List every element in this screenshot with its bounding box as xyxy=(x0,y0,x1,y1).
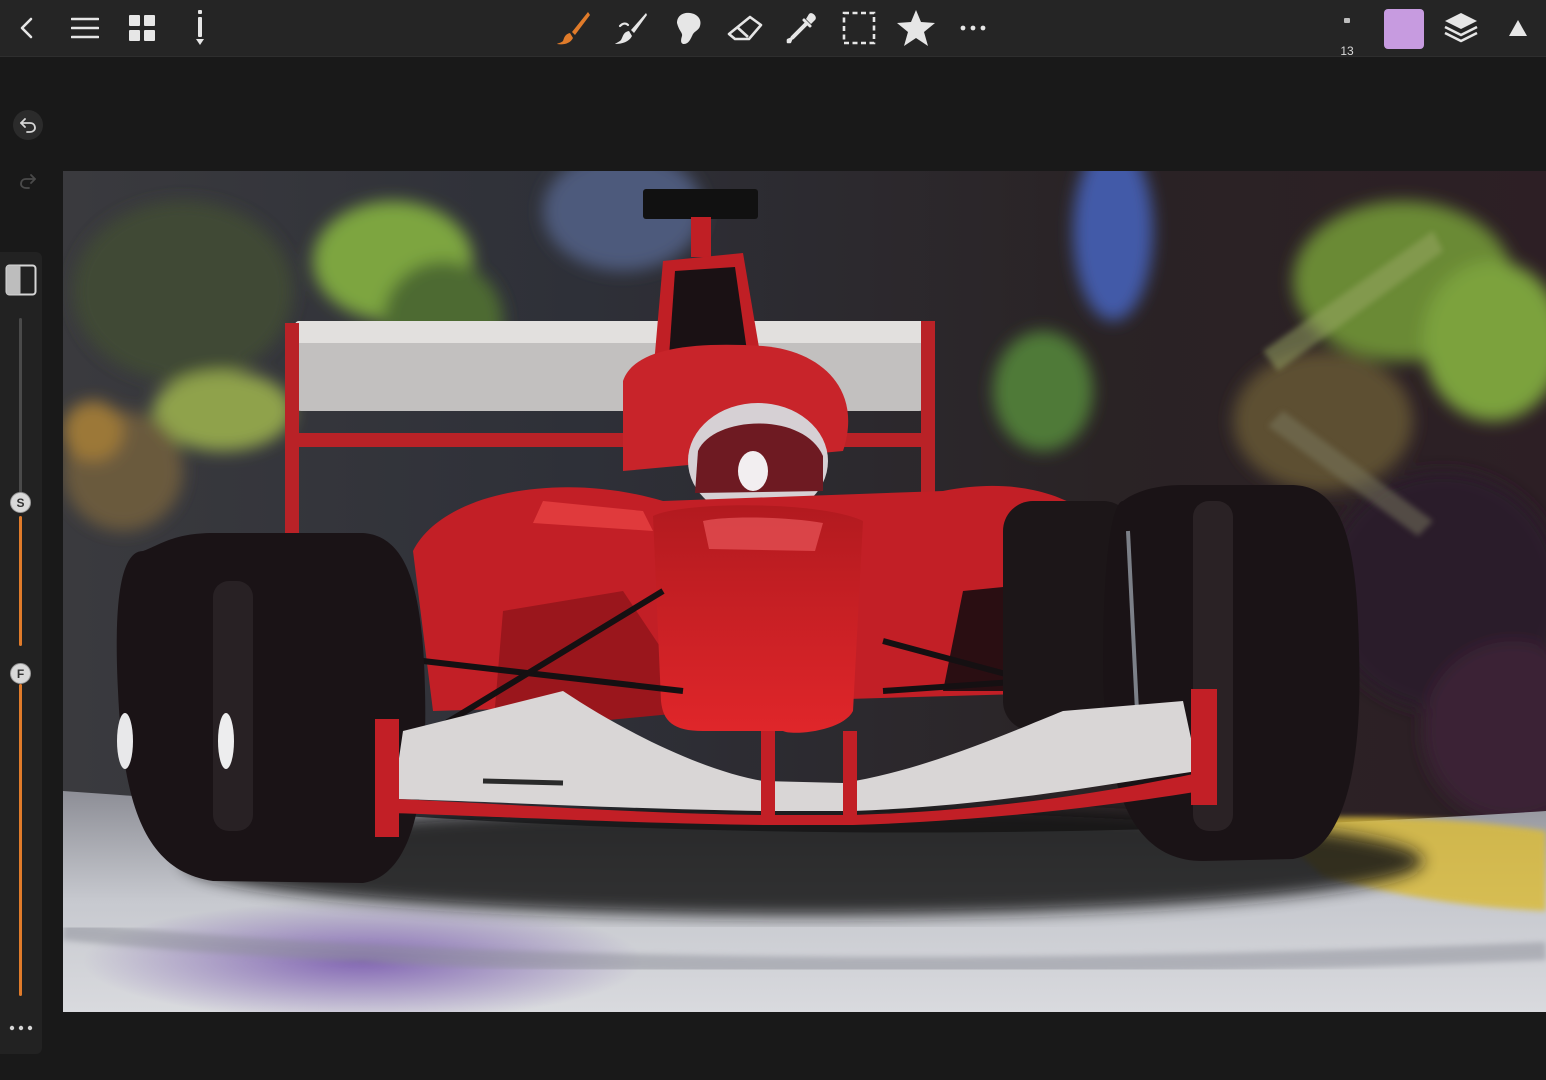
flow-slider-knob[interactable]: F xyxy=(10,663,31,684)
eraser-tool[interactable] xyxy=(723,6,767,50)
gallery-grid-button[interactable] xyxy=(120,6,164,50)
color-picker-swatch[interactable] xyxy=(1384,9,1424,49)
paint-brush-icon xyxy=(557,12,590,45)
undo-icon xyxy=(20,118,36,133)
more-options-icon xyxy=(9,1025,33,1031)
selection-icon xyxy=(842,11,876,45)
favorites-star-icon xyxy=(897,10,935,46)
more-tools-button[interactable] xyxy=(951,6,995,50)
redo-icon xyxy=(20,174,36,189)
blender-icon xyxy=(677,12,701,44)
split-view-button[interactable] xyxy=(4,263,38,297)
painting-formula-one-car xyxy=(63,171,1546,1012)
paint-brush-tool[interactable] xyxy=(551,6,595,50)
smudge-tool[interactable] xyxy=(609,6,653,50)
menu-button[interactable] xyxy=(63,6,107,50)
favorites-tool[interactable] xyxy=(894,6,938,50)
eyedropper-icon xyxy=(786,13,816,44)
slider-track xyxy=(19,318,22,496)
undo-button[interactable] xyxy=(13,110,43,140)
size-slider[interactable] xyxy=(19,516,22,646)
brush-preview-dot xyxy=(1344,18,1350,23)
drawing-canvas[interactable] xyxy=(63,171,1546,1012)
top-toolbar: 13 xyxy=(0,0,1546,58)
redo-button[interactable] xyxy=(13,166,43,196)
info-icon xyxy=(196,10,204,45)
brush-size-value: 13 xyxy=(1340,44,1354,58)
eyedropper-tool[interactable] xyxy=(780,6,824,50)
collapse-toolbar-icon xyxy=(1509,20,1527,36)
info-button[interactable] xyxy=(178,6,222,50)
side-more-button[interactable] xyxy=(6,1016,36,1040)
size-slider-knob[interactable]: S xyxy=(10,492,31,513)
brush-side-panel: S F xyxy=(0,252,42,1054)
flow-slider[interactable] xyxy=(19,684,22,996)
layers-button[interactable] xyxy=(1439,6,1483,50)
back-button[interactable] xyxy=(6,6,50,50)
menu-icon xyxy=(71,17,99,39)
grid-icon xyxy=(129,15,155,41)
smudge-brush-icon xyxy=(615,13,647,44)
collapse-toolbar-button[interactable] xyxy=(1496,6,1540,50)
blender-tool[interactable] xyxy=(666,6,710,50)
split-view-icon xyxy=(5,264,37,296)
selection-tool[interactable] xyxy=(837,6,881,50)
more-tools-icon xyxy=(960,25,986,31)
back-icon xyxy=(20,17,33,39)
brush-size-indicator[interactable]: 13 xyxy=(1330,8,1364,58)
layers-icon xyxy=(1444,13,1478,43)
eraser-icon xyxy=(727,15,763,41)
